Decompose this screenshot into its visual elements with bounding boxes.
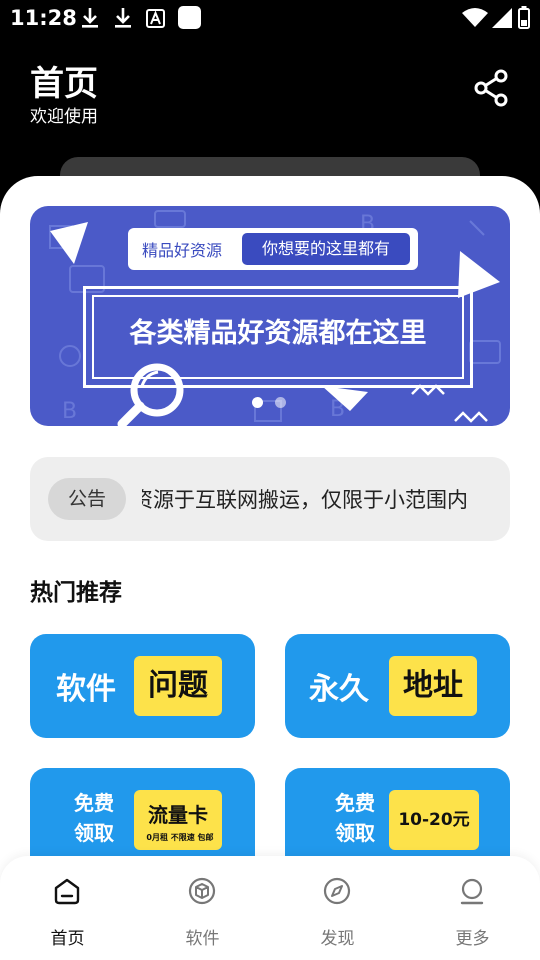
bottom-nav: 首页 软件 发现 更多 <box>0 856 540 960</box>
card-left-text: 软件 <box>56 672 116 707</box>
card-accent-text: 问题 <box>134 656 222 716</box>
card-left-text: 永久 <box>309 672 369 707</box>
promo-banner[interactable]: B B B 精品好资源 你想要的这里都有 各类精品好资源都在这里 <box>30 206 510 426</box>
compass-icon <box>323 877 351 905</box>
page-subtitle: 欢迎使用 <box>30 107 98 127</box>
carousel-dot-1[interactable] <box>252 397 263 408</box>
recommend-card-permanent-address[interactable]: 永久 地址 <box>285 634 510 738</box>
card-accent-text: 地址 <box>389 656 477 716</box>
notice-text: 资源于互联网搬运，仅限于小范围内 <box>142 488 468 512</box>
carousel-dot-2[interactable] <box>275 397 286 408</box>
recommend-card-software-issues[interactable]: 软件 问题 <box>30 634 255 738</box>
cube-icon <box>188 877 216 905</box>
person-icon <box>460 878 484 905</box>
nav-item-more[interactable]: 更多 <box>405 856 540 960</box>
notice-badge: 公告 <box>48 478 126 520</box>
notice-bar[interactable]: 公告 资源于互联网搬运，仅限于小范围内 <box>30 457 510 541</box>
nav-item-discover[interactable]: 发现 <box>270 856 405 960</box>
share-button[interactable] <box>470 66 514 110</box>
section-title: 热门推荐 <box>30 580 122 606</box>
banner-tag-right: 你想要的这里都有 <box>242 233 410 265</box>
card-left-line1: 免费 <box>74 791 114 815</box>
status-time: 11:28 <box>10 6 77 30</box>
nav-label-software: 软件 <box>185 929 220 949</box>
nav-item-software[interactable]: 软件 <box>135 856 270 960</box>
card-left-line2: 领取 <box>335 821 375 845</box>
signal-icon <box>492 8 512 28</box>
font-icon <box>146 9 165 28</box>
card-left-line2: 领取 <box>74 821 114 845</box>
svg-text:B: B <box>62 399 77 424</box>
banner-tag-left: 精品好资源 <box>142 241 223 260</box>
card-accent-text: 10-20元 <box>389 790 479 850</box>
battery-icon <box>518 6 530 29</box>
download-icon <box>113 7 133 29</box>
content-sheet: B B B 精品好资源 你想要的这里都有 各类精品好资源都在这里 公告 资源于互… <box>0 176 540 960</box>
download-icon <box>80 7 100 29</box>
nav-label-more: 更多 <box>455 929 490 949</box>
banner-tag: 精品好资源 你想要的这里都有 <box>128 228 418 270</box>
nav-item-home[interactable]: 首页 <box>0 856 135 960</box>
card-accent-subtext: 0月租 不限速 包邮 <box>146 833 214 842</box>
app-icon <box>178 6 201 29</box>
page-title: 首页 <box>30 64 98 104</box>
banner-headline: 各类精品好资源都在这里 <box>129 318 427 349</box>
nav-label-discover: 发现 <box>320 929 355 949</box>
wifi-icon <box>462 8 488 28</box>
card-accent: 流量卡 0月租 不限速 包邮 <box>134 790 222 850</box>
nav-label-home: 首页 <box>50 929 85 949</box>
share-icon <box>474 69 508 107</box>
card-left-line1: 免费 <box>335 791 375 815</box>
card-accent-text: 流量卡 <box>148 803 208 827</box>
banner-frame: 各类精品好资源都在这里 <box>83 286 473 388</box>
home-icon <box>54 878 80 905</box>
status-bar: 11:28 <box>0 0 540 36</box>
